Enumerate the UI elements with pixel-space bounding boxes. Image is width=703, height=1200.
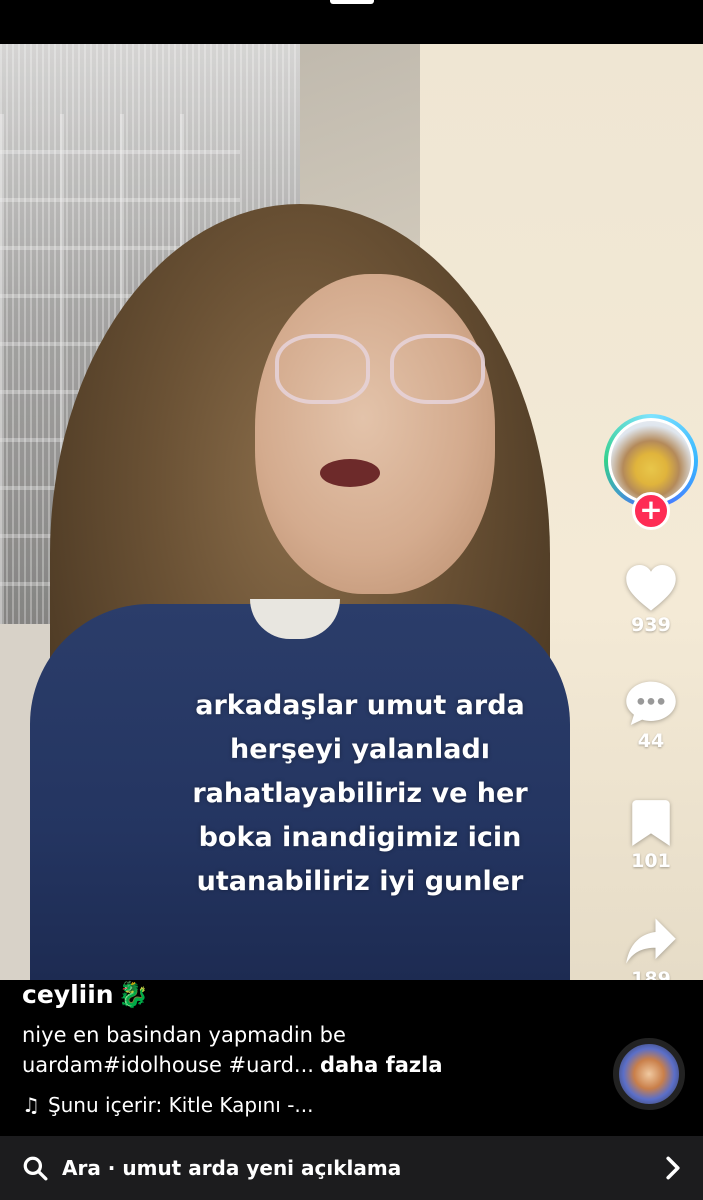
chevron-right-icon[interactable] [665, 1156, 681, 1180]
description-line: uardam#idolhouse #uard... [22, 1053, 314, 1077]
see-more-link[interactable]: daha fazla [320, 1053, 443, 1077]
search-suggestion-bar[interactable]: Ara · umut arda yeni açıklama [0, 1136, 703, 1200]
video-player[interactable]: arkadaşlar umut arda herşeyi yalanladı r… [0, 44, 703, 980]
search-suggestion-text[interactable]: Ara · umut arda yeni açıklama [62, 1156, 665, 1180]
save-count: 101 [631, 850, 671, 872]
video-person-glasses [275, 334, 485, 414]
follow-plus-icon[interactable]: + [632, 492, 670, 530]
creator-username[interactable]: ceyliin 🐉 [22, 980, 149, 1010]
status-area [0, 0, 703, 44]
comment-count: 44 [637, 730, 665, 752]
notch-indicator [329, 0, 374, 4]
heart-icon[interactable] [624, 562, 678, 612]
share-button[interactable]: 189 [603, 916, 699, 990]
bookmark-icon[interactable] [629, 798, 673, 848]
video-person-face [255, 274, 495, 594]
comment-button[interactable]: 44 [603, 678, 699, 752]
search-icon [23, 1156, 48, 1181]
music-disc-avatar[interactable] [613, 1038, 685, 1110]
like-count: 939 [631, 614, 671, 636]
comment-icon[interactable] [624, 678, 678, 728]
dragon-emoji-icon: 🐉 [117, 980, 149, 1009]
video-caption-overlay: arkadaşlar umut arda herşeyi yalanladı r… [150, 684, 570, 904]
description-line: niye en basindan yapmadin be [22, 1023, 346, 1047]
like-button[interactable]: 939 [603, 562, 699, 636]
music-info[interactable]: ♫ Şunu içerir: Kitle Kapını -... [22, 1093, 314, 1117]
share-arrow-icon[interactable] [624, 916, 678, 966]
post-info: ceyliin 🐉 niye en basindan yapmadin be ua… [0, 980, 703, 1136]
caption-line: utanabiliriz iyi gunler [196, 866, 524, 897]
creator-avatar-button[interactable]: + [603, 410, 699, 530]
caption-line: rahatlayabiliriz ve her [192, 778, 528, 809]
video-person-mouth [320, 459, 380, 487]
caption-line: boka inandigimiz icin [198, 822, 522, 853]
post-description[interactable]: niye en basindan yapmadin be uardam#idol… [22, 1020, 582, 1080]
caption-line: arkadaşlar umut arda [195, 690, 525, 721]
music-label: Şunu içerir: Kitle Kapını -... [47, 1093, 314, 1117]
username-text[interactable]: ceyliin [22, 980, 114, 1009]
caption-line: herşeyi yalanladı [229, 734, 491, 765]
music-note-icon: ♫ [22, 1093, 40, 1117]
save-button[interactable]: 101 [603, 798, 699, 872]
